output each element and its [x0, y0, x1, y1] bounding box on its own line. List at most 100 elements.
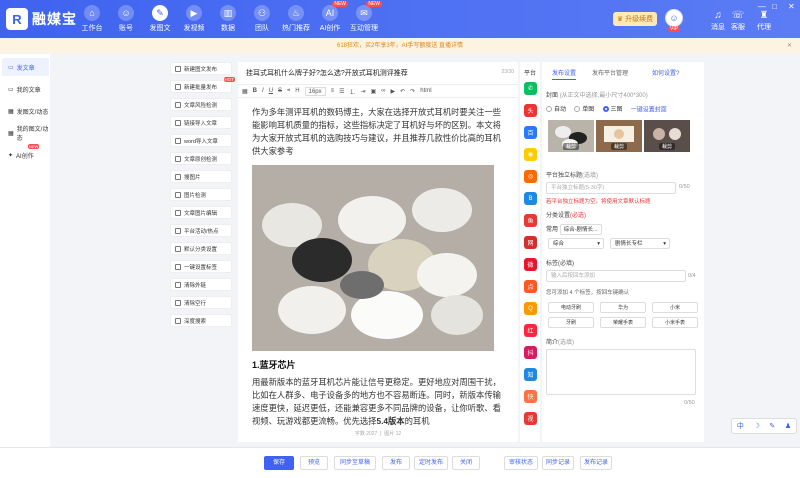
nav-chat[interactable]: ✉ NEW 互动管理 — [348, 1, 382, 33]
tray-icon[interactable]: 中 — [737, 421, 744, 431]
agent-button[interactable]: ♜ 代理 — [752, 10, 776, 32]
list-icon[interactable]: ☰ — [339, 88, 344, 95]
kuaishou-icon[interactable]: 快 — [524, 390, 537, 403]
tool-button[interactable]: 平台活动/热点 — [170, 224, 232, 237]
article-paragraph-2[interactable]: 用最新版本的蓝牙耳机芯片能让信号更稳定。更好地应对周围干扰，比如在人群多、电子设… — [252, 376, 504, 428]
tag-suggestion[interactable]: 华为 — [600, 302, 646, 313]
wechat-icon[interactable]: ✆ — [524, 82, 537, 95]
upgrade-button[interactable]: ♛ 升级续费 — [613, 12, 657, 26]
save-button[interactable]: 保存 — [264, 456, 294, 470]
sidebar-item-document[interactable]: ▭ 发文章 — [2, 58, 49, 76]
quote-icon[interactable]: ❝ — [287, 88, 290, 95]
tool-button[interactable]: 文章图片编辑 — [170, 206, 232, 219]
maximize-icon[interactable]: □ — [772, 2, 777, 11]
standalone-title-input[interactable]: 平台独立标题(5-30字) — [546, 182, 676, 194]
douyin-icon[interactable]: 抖 — [524, 346, 537, 359]
category-select-2[interactable]: 剧情长专栏 ▾ — [610, 238, 670, 249]
cover-thumb-1[interactable]: 裁剪 — [548, 120, 594, 152]
radio-triple[interactable]: 三图 — [602, 104, 623, 113]
weibo-icon[interactable]: 微 — [524, 258, 537, 271]
promo-notice[interactable]: 618狂欢，买2年享3年，AI手写额度送 直播详情 ✕ — [0, 39, 800, 53]
video-insert-icon[interactable]: ▶ — [391, 88, 396, 95]
zhihu-icon[interactable]: 知 — [524, 368, 537, 381]
avatar[interactable]: ☺ — [665, 9, 683, 27]
ordered-list-icon[interactable]: ⒈ — [350, 87, 356, 96]
yidian-icon[interactable]: 点 — [524, 280, 537, 293]
tray-icon[interactable]: ☽ — [753, 422, 759, 430]
italic-icon[interactable]: I — [262, 88, 264, 94]
tag-suggestion[interactable]: 小米手表 — [652, 317, 698, 328]
sync-record-button[interactable]: 同步记录 — [542, 456, 574, 470]
tag-suggestion[interactable]: 荣耀手表 — [600, 317, 646, 328]
tool-button[interactable]: 图片检测 — [170, 188, 232, 201]
tool-button[interactable]: 新建图文发布 — [170, 62, 232, 75]
tool-button[interactable]: 新建批量发布 HOT — [170, 77, 235, 93]
close-notice-icon[interactable]: ✕ — [787, 39, 792, 53]
heading-icon[interactable]: H — [295, 88, 299, 94]
tray-icon[interactable]: ♟ — [785, 422, 791, 430]
sync-draft-button[interactable]: 同步至草稿 — [334, 456, 376, 470]
close-button[interactable]: 关闭 — [452, 456, 480, 470]
sidebar-item-my-image-text[interactable]: ▦ 我的图文/动态 — [2, 124, 49, 142]
tab-platform-manage[interactable]: 发布平台管理 — [592, 68, 628, 77]
input-method-tray[interactable]: 中 ☽ ✎ ♟ — [731, 418, 797, 434]
qq-icon[interactable]: Q — [524, 302, 537, 315]
tool-button[interactable]: 一键设置标签 — [170, 260, 232, 273]
shipin-icon[interactable]: 视 — [524, 412, 537, 425]
tool-button[interactable]: 文章原创检测 — [170, 152, 232, 165]
article-heading[interactable]: 1.蓝牙芯片 — [252, 358, 296, 371]
tab-publish-settings[interactable]: 发布设置 — [552, 68, 577, 80]
radio-auto[interactable]: 自动 — [546, 104, 566, 113]
align-icon[interactable]: ≡ — [331, 88, 335, 94]
message-button[interactable]: ♫ 消息 — [708, 10, 728, 32]
sidebar-item-my-article[interactable]: ▭ 我的文章 — [2, 80, 49, 98]
zhihu-circle-icon[interactable]: ◉ — [524, 148, 537, 161]
sohu-icon[interactable]: ◎ — [524, 170, 537, 183]
undo-icon[interactable]: ↶ — [400, 88, 405, 95]
tag-suggestion[interactable]: 小米 — [652, 302, 698, 313]
image-icon[interactable]: ▣ — [371, 88, 377, 95]
sidebar-item-ai-write[interactable]: ✦ AI创作 NEW — [2, 144, 49, 164]
font-size-select[interactable]: 16px — [304, 86, 326, 96]
preview-button[interactable]: 预览 — [300, 456, 328, 470]
strike-icon[interactable]: S — [278, 88, 282, 94]
html-toggle[interactable]: html — [420, 88, 431, 94]
close-icon[interactable]: ✕ — [788, 2, 795, 11]
tool-button[interactable]: 深度搜索 — [170, 314, 232, 327]
category-select-1[interactable]: 综合 ▾ — [548, 238, 604, 249]
minimize-icon[interactable]: — — [758, 2, 766, 11]
help-link[interactable]: 如何设置? — [652, 68, 679, 77]
nav-video[interactable]: ▶ 发视频 — [178, 5, 210, 33]
tool-button[interactable]: 文章风险检测 — [170, 98, 232, 111]
article-paragraph-1[interactable]: 作为多年测评耳机的数码博主，大家在选择开放式耳机时要关注一些能影响耳机质量的指标… — [252, 106, 504, 158]
schedule-publish-button[interactable]: 定时发布 — [414, 456, 448, 470]
nav-ai[interactable]: AI NEW AI创作 — [314, 1, 348, 33]
nav-fire[interactable]: ♨ 热门推荐 — [280, 5, 312, 33]
cover-thumb-3[interactable]: 裁剪 — [644, 120, 690, 152]
tag-suggestion[interactable]: 牙刷 — [548, 317, 594, 328]
tool-button[interactable]: word导入文章 — [170, 134, 232, 147]
cover-thumb-2[interactable]: 裁剪 — [596, 120, 642, 152]
tool-button[interactable]: 默认分类设置 — [170, 242, 232, 255]
nav-team[interactable]: ⚇ 团队 — [246, 5, 278, 33]
wangyi-icon[interactable]: 网 — [524, 236, 537, 249]
nav-account[interactable]: ☺ 账号 — [110, 5, 142, 33]
publish-record-button[interactable]: 发布记录 — [580, 456, 612, 470]
category-chip[interactable]: 综合-剧情长... — [559, 224, 602, 235]
redo-icon[interactable]: ↷ — [410, 88, 415, 95]
indent-icon[interactable]: ⇥ — [361, 88, 366, 95]
publish-button[interactable]: 发布 — [382, 456, 410, 470]
radio-single[interactable]: 单图 — [574, 104, 594, 113]
article-title[interactable]: 挂耳式耳机什么牌子好?怎么选?开放式耳机测评推荐 — [246, 68, 408, 78]
one-key-cover-link[interactable]: 一键设置封面 — [631, 108, 667, 114]
table-icon[interactable]: ▦ — [242, 88, 248, 95]
dayu-icon[interactable]: 鱼 — [524, 214, 537, 227]
tool-button[interactable]: 清除空行 — [170, 296, 232, 309]
nav-home[interactable]: ⌂ 工作台 — [76, 5, 108, 33]
summary-textarea[interactable] — [546, 349, 696, 395]
tag-suggestion[interactable]: 电动牙刷 — [548, 302, 594, 313]
link-icon[interactable]: ∞ — [381, 88, 385, 94]
sidebar-item-image-text[interactable]: ▦ 发图文/动态 — [2, 102, 49, 120]
article-image[interactable] — [252, 165, 494, 351]
b-icon[interactable]: B — [524, 192, 537, 205]
